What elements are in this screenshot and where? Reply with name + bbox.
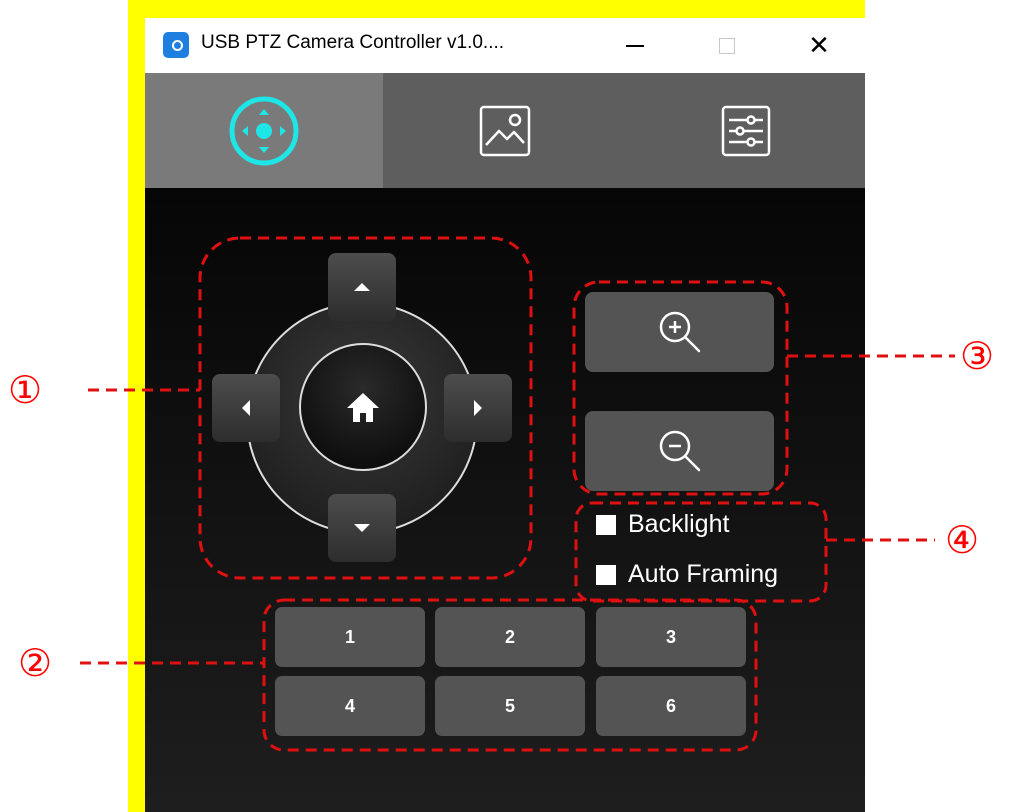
callout-number-2: ② <box>18 643 53 685</box>
callout-annotations <box>80 236 955 752</box>
callout-number-3: ③ <box>960 336 995 378</box>
callout-box-presets <box>262 598 758 752</box>
callout-number-1: ① <box>8 370 43 412</box>
callout-box-zoom <box>572 280 789 496</box>
callout-number-4: ④ <box>945 520 980 562</box>
callout-box-checkboxes <box>574 501 828 603</box>
callout-box-dpad <box>198 236 533 580</box>
